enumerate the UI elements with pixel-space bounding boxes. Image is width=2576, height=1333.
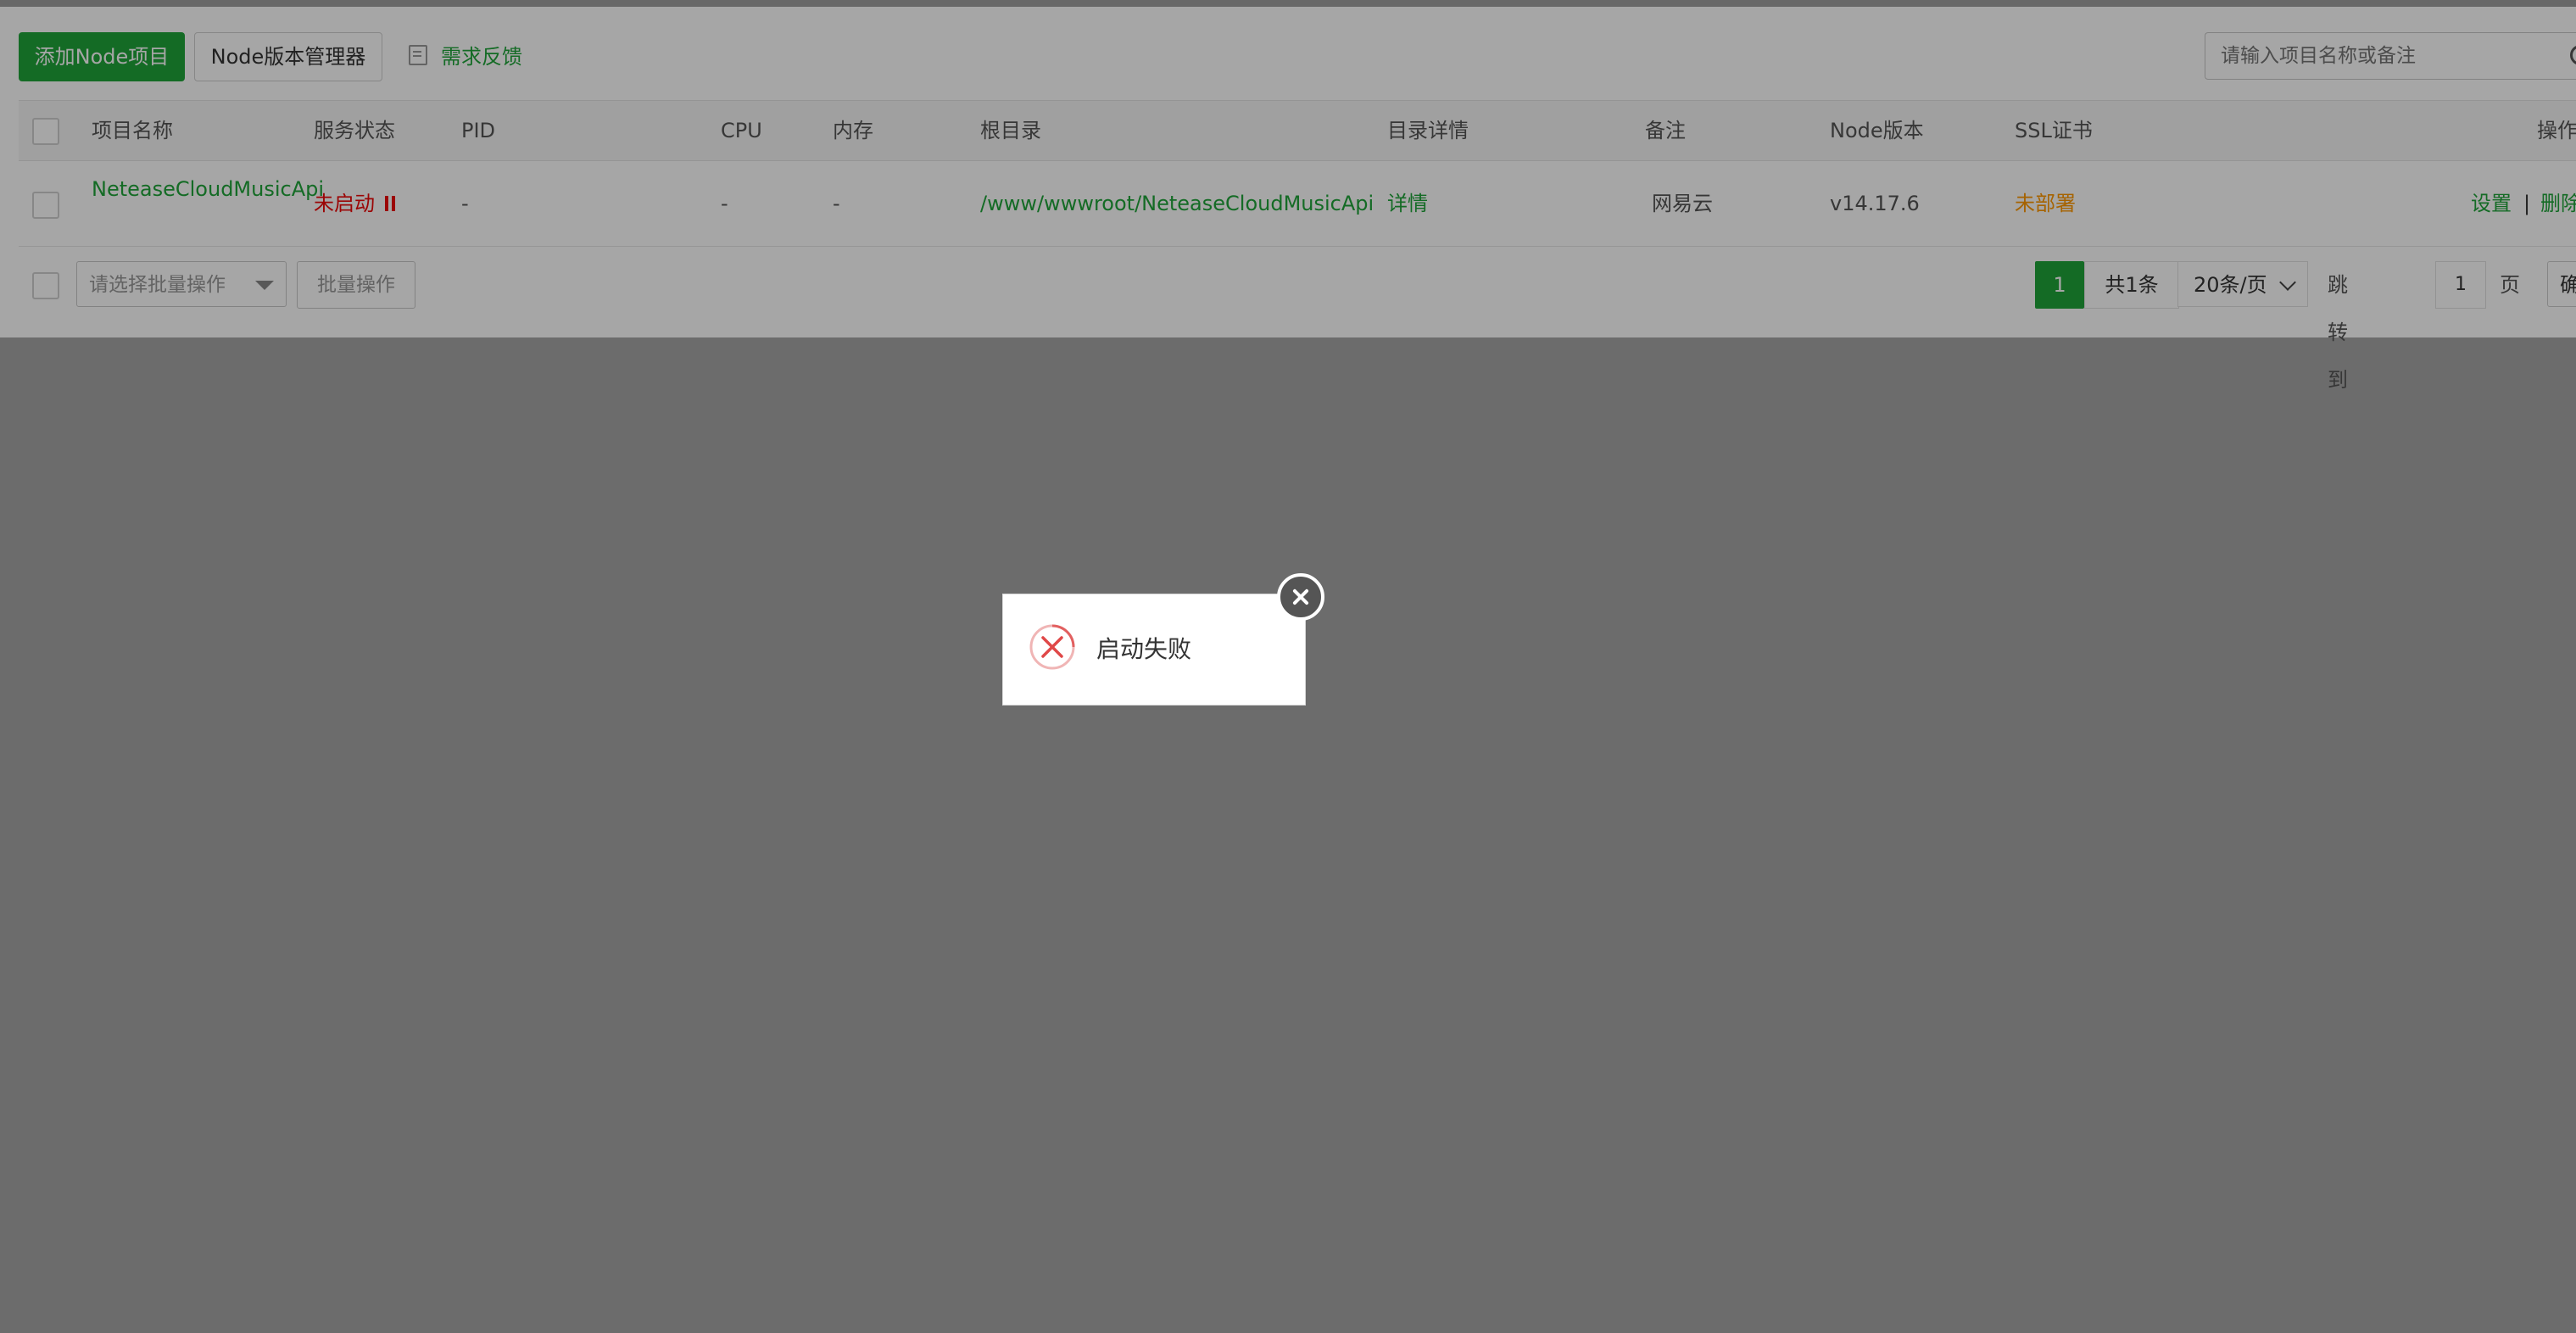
close-icon[interactable] [1277,573,1324,621]
toast-message: 启动失败 [1096,635,1192,663]
page: 添加Node项目 Node版本管理器 需求反馈 项目名称 服务状态 PID CP… [0,0,2576,1333]
error-circle-icon [1029,624,1075,670]
error-toast: 启动失败 [1002,594,1306,706]
